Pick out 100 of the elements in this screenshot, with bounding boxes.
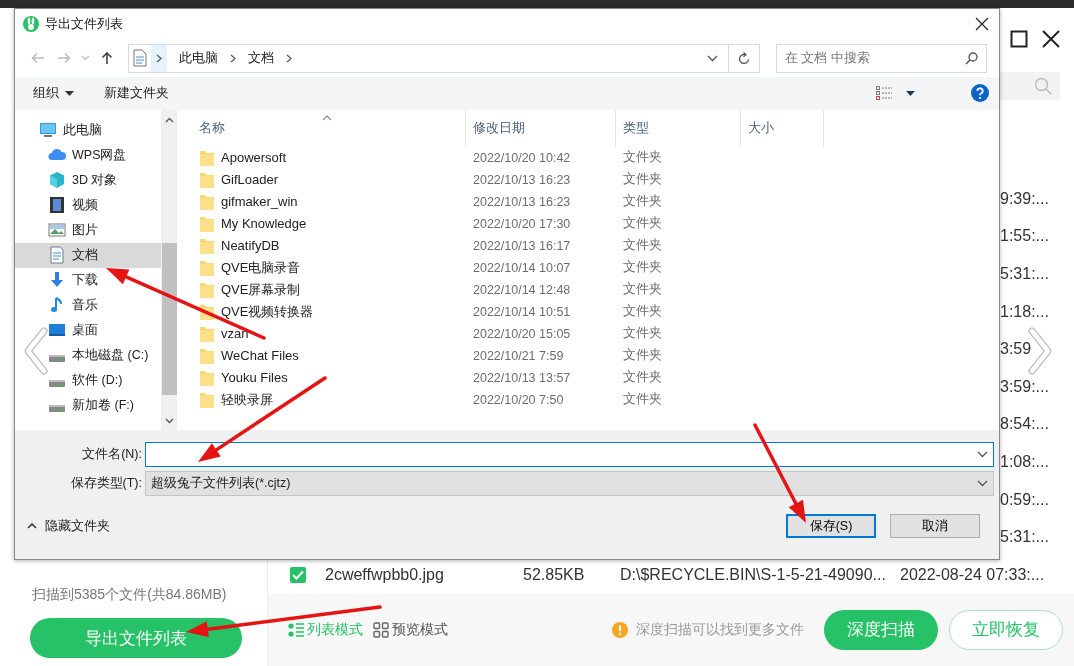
date-cell-text: 2022/10/14 10:51	[472, 304, 572, 319]
file-type-dropdown[interactable]: 超级兔子文件列表(*.cjtz)	[145, 471, 994, 496]
time-cell: 1:08:...	[1000, 452, 1049, 471]
dropdown-caret-icon[interactable]	[977, 451, 988, 458]
up-arrow-icon[interactable]	[101, 51, 114, 66]
caret-up-icon	[27, 523, 37, 529]
scan-summary: 扫描到5385个文件(共84.86MB)	[32, 586, 228, 604]
time-cell: 3:59	[1000, 340, 1032, 359]
field-label: 文件名(N):	[81, 446, 143, 463]
drive-icon	[48, 379, 66, 387]
column-header[interactable]: 修改日期	[473, 119, 525, 137]
scroll-up-icon[interactable]	[164, 116, 174, 123]
list-view-icon	[288, 621, 304, 638]
nav-item[interactable]: 桌面	[15, 317, 161, 343]
type-cell-text: 文件夹	[622, 391, 663, 409]
field-label: 保存类型(T):	[69, 475, 143, 492]
type-cell-text: 文件夹	[622, 347, 663, 365]
nav-item[interactable]: 文档	[15, 242, 161, 268]
column-header[interactable]: 大小	[748, 119, 774, 137]
hide-folders-toggle[interactable]: 隐藏文件夹	[27, 517, 110, 535]
time-cell: 1:55:...	[1000, 227, 1049, 246]
date-cell-text: 2022/10/13 16:17	[472, 238, 572, 253]
file-name[interactable]: NeatifyDB	[221, 238, 280, 254]
chevron-right-icon[interactable]	[230, 53, 237, 63]
chevron-right-icon[interactable]	[156, 53, 163, 63]
nav-item[interactable]: 3D 对象	[15, 167, 161, 193]
file-name[interactable]: QVE屏幕录制	[221, 280, 301, 299]
grid-view-icon	[373, 621, 389, 638]
folder-icon	[199, 346, 215, 365]
dropdown-caret-icon[interactable]	[906, 90, 915, 96]
nav-item[interactable]: 此电脑	[15, 117, 161, 143]
close-icon[interactable]	[975, 17, 989, 32]
time-cell: 8:54:...	[1000, 415, 1049, 434]
warning-icon	[612, 621, 628, 638]
file-name[interactable]: GifLoader	[221, 172, 279, 188]
type-cell-text: 文件夹	[622, 369, 663, 387]
file-size: 52.85KB	[523, 565, 586, 584]
folder-icon	[199, 214, 215, 233]
file-name[interactable]: QVE视频转换器	[221, 302, 314, 321]
file-name[interactable]: vzan	[221, 326, 249, 342]
time-cell: 5:31:...	[1000, 265, 1049, 283]
refresh-icon[interactable]	[738, 51, 751, 65]
view-options-icon[interactable]	[876, 86, 892, 101]
folder-icon	[199, 170, 215, 189]
search-field[interactable]: 在 文档 中搜索	[776, 43, 987, 73]
time-cell: 5:31:...	[1000, 528, 1049, 547]
type-cell-text: 文件夹	[622, 215, 663, 233]
close-icon[interactable]	[1042, 30, 1060, 48]
toolbar-button[interactable]: 组织	[33, 84, 74, 102]
date-cell-text: 2022/10/13 16:23	[472, 172, 572, 187]
nav-item[interactable]: 下载	[15, 267, 161, 293]
cancel-button[interactable]: 取消	[890, 514, 980, 538]
time-cell: 1:18:...	[1000, 302, 1049, 321]
document-icon	[48, 246, 66, 265]
nav-item[interactable]: 新加卷 (F:)	[15, 392, 161, 418]
file-name[interactable]: WeChat Files	[221, 348, 299, 364]
scrollbar-thumb[interactable]	[161, 242, 177, 395]
nav-item[interactable]: 软件 (D:)	[15, 367, 161, 393]
dropdown-caret-icon	[65, 90, 74, 96]
nav-item[interactable]: 本地磁盘 (C:)	[15, 342, 161, 368]
file-name[interactable]: gifmaker_win	[221, 194, 298, 210]
search-icon	[965, 51, 978, 65]
column-header[interactable]: 名称	[199, 119, 225, 137]
help-icon[interactable]	[971, 84, 989, 103]
file-name[interactable]: 轻映录屏	[221, 390, 273, 409]
checkbox[interactable]	[290, 566, 306, 583]
dropdown-caret-icon[interactable]	[707, 54, 719, 62]
date-cell-text: 2022/10/20 10:42	[472, 150, 572, 165]
search-field[interactable]	[1000, 72, 1060, 100]
file-name[interactable]: Apowersoft	[221, 150, 287, 166]
nav-item[interactable]: 图片	[15, 217, 161, 243]
time-cell: 3:59:...	[1000, 377, 1049, 396]
type-cell-text: 文件夹	[622, 171, 663, 189]
folder-icon	[199, 258, 215, 277]
nav-item[interactable]: 音乐	[15, 292, 161, 318]
breadcrumb-item[interactable]: 此电脑	[179, 49, 219, 68]
scroll-down-icon[interactable]	[164, 418, 174, 424]
dropdown-caret-icon	[977, 480, 988, 487]
chevron-right-icon[interactable]	[286, 53, 293, 63]
drive-icon	[48, 354, 66, 362]
maximize-icon[interactable]	[1010, 30, 1028, 48]
type-cell-text: 文件夹	[622, 325, 663, 343]
folder-icon	[199, 236, 215, 255]
date-cell-text: 2022/10/20 15:05	[472, 326, 572, 341]
picture-icon	[48, 221, 66, 240]
toolbar-button[interactable]: 新建文件夹	[104, 84, 169, 102]
file-name[interactable]: My Knowledge	[221, 216, 307, 232]
rabbit-logo-icon	[23, 16, 39, 33]
nav-item[interactable]: WPS网盘	[15, 142, 161, 168]
column-header[interactable]: 类型	[623, 119, 649, 137]
type-cell-text: 文件夹	[622, 193, 663, 211]
cube-icon	[48, 171, 66, 190]
breadcrumb-item[interactable]: 文档	[248, 49, 275, 68]
filename-field[interactable]	[145, 442, 994, 467]
view-mode-tab[interactable]: 预览模式	[373, 620, 448, 639]
save-button[interactable]: 保存(S)	[786, 514, 876, 538]
file-name[interactable]: QVE电脑录音	[221, 258, 301, 277]
file-name[interactable]: Youku Files	[221, 370, 288, 386]
hint-text: 深度扫描可以找到更多文件	[636, 620, 804, 639]
nav-item[interactable]: 视频	[15, 192, 161, 218]
